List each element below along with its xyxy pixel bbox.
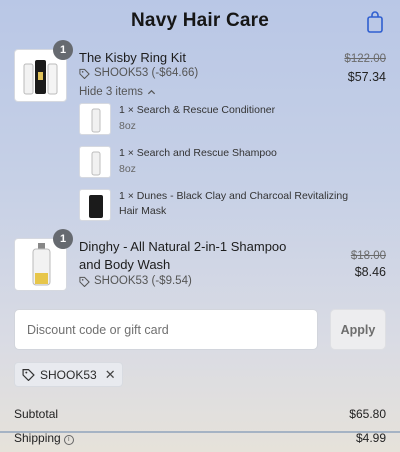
shipping-label: Shipping <box>14 431 61 445</box>
bundle-component: 1 × Dunes - Black Clay and Charcoal Revi… <box>79 189 379 225</box>
tag-icon <box>22 369 35 381</box>
shipping-value: $4.99 <box>355 431 386 445</box>
jar-image <box>89 195 103 218</box>
quantity-badge: 1 <box>53 229 73 249</box>
component-image <box>79 146 111 178</box>
toggle-label: Hide 3 items <box>79 86 143 98</box>
bundle-component: 1 × Search and Rescue Shampoo 8oz <box>79 146 379 182</box>
hide-items-toggle[interactable]: Hide 3 items <box>79 86 156 98</box>
applied-code-text: SHOOK53 <box>40 367 97 382</box>
component-name: 1 × Search & Rescue Conditioner <box>119 104 276 116</box>
final-price: $8.46 <box>354 265 386 279</box>
bundle-component: 1 × Search & Rescue Conditioner 8oz <box>79 103 379 139</box>
component-variant: 8oz <box>119 120 136 132</box>
remove-discount-icon[interactable]: ✕ <box>105 368 116 381</box>
discount-code-text: SHOOK53 (-$9.54) <box>94 275 192 287</box>
store-title: Navy Hair Care <box>131 10 269 31</box>
info-icon[interactable]: i <box>63 434 74 445</box>
item-name: The Kisby Ring Kit <box>79 50 186 65</box>
component-name: 1 × Dunes - Black Clay and Charcoal Revi… <box>119 190 349 217</box>
original-price: $122.00 <box>344 53 386 65</box>
component-name: 1 × Search and Rescue Shampoo <box>119 147 277 159</box>
component-image <box>79 103 111 135</box>
bottle-image <box>91 108 101 133</box>
item-discount: SHOOK53 (-$9.54) <box>79 275 192 287</box>
final-price: $57.34 <box>347 70 386 84</box>
subtotal-label: Subtotal <box>14 407 59 421</box>
applied-discount-chip: SHOOK53 ✕ <box>14 362 123 387</box>
shipping-row: Shipping i $4.99 <box>14 431 386 445</box>
component-variant: 8oz <box>119 163 136 175</box>
original-price: $18.00 <box>350 250 386 262</box>
item-name: Dinghy - All Natural 2-in-1 Shampoo and … <box>79 239 287 272</box>
apply-button[interactable]: Apply <box>330 309 386 350</box>
subtotal-value: $65.80 <box>349 407 386 421</box>
quantity-badge: 1 <box>53 40 73 60</box>
cart-button[interactable] <box>366 11 384 33</box>
discount-code-text: SHOOK53 (-$64.66) <box>94 67 199 79</box>
discount-code-input[interactable] <box>14 309 318 350</box>
subtotal-row: Subtotal $65.80 <box>14 407 386 421</box>
tag-icon <box>79 276 90 287</box>
item-discount: SHOOK53 (-$64.66) <box>79 67 198 79</box>
component-image <box>79 189 111 221</box>
shopping-bag-icon <box>367 11 383 33</box>
line-item: 1 Dinghy - All Natural 2-in-1 Shampoo an… <box>14 229 386 298</box>
tag-icon <box>79 68 90 79</box>
chevron-up-icon <box>147 89 155 94</box>
bottle-image <box>91 151 101 176</box>
checkout-header: Navy Hair Care <box>0 0 400 40</box>
